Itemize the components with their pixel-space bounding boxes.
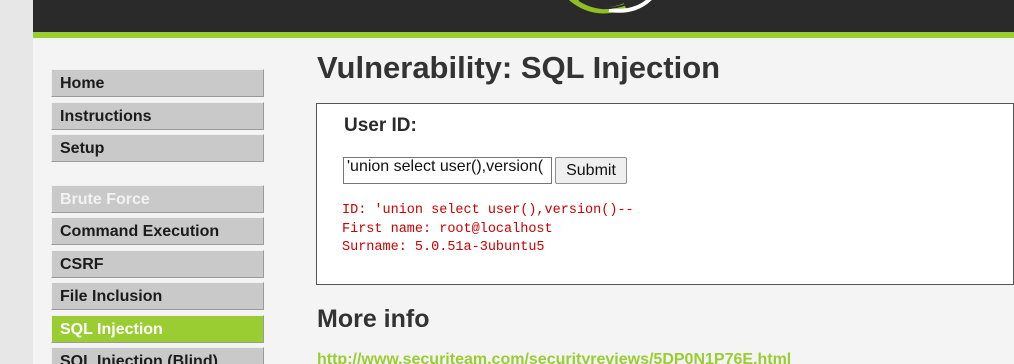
menu-item-csrf[interactable]: CSRF — [51, 249, 264, 278]
menu-item-command-execution[interactable]: Command Execution — [51, 217, 264, 245]
query-result: ID: 'union select user(),version()-- Firs… — [342, 202, 634, 258]
menu-gap — [51, 167, 264, 185]
more-info-heading: More info — [317, 305, 430, 333]
page-title: Vulnerability: SQL Injection — [317, 50, 721, 85]
menu-item-home[interactable]: Home — [51, 69, 264, 97]
menu-item-instructions[interactable]: Instructions — [51, 101, 264, 130]
vulnerable-code-area: User ID: 'union select user(),version( S… — [316, 103, 1014, 285]
result-id-line: ID: 'union select user(),version()-- — [342, 203, 634, 218]
result-surname-line: Surname: 5.0.51a-3ubuntu5 — [342, 240, 545, 255]
page-frame: Home Instructions Setup Brute Force Comm… — [33, 0, 1014, 364]
menu-item-sql-injection[interactable]: SQL Injection — [51, 314, 264, 343]
menu-item-file-inclusion[interactable]: File Inclusion — [51, 282, 264, 310]
menu-item-sql-injection-blind[interactable]: SQL Injection (Blind) — [51, 347, 264, 364]
menu-item-setup[interactable]: Setup — [51, 134, 264, 162]
more-info-link[interactable]: http://www.securiteam.com/securityreview… — [317, 351, 791, 364]
side-menu: Home Instructions Setup Brute Force Comm… — [51, 69, 264, 364]
menu-item-brute-force[interactable]: Brute Force — [51, 184, 264, 213]
user-id-input[interactable]: 'union select user(),version( — [343, 157, 552, 184]
user-id-label: User ID: — [344, 115, 417, 136]
result-first-name-line: First name: root@localhost — [342, 221, 553, 237]
dvwa-logo — [569, 0, 652, 14]
submit-button[interactable]: Submit — [555, 157, 627, 184]
header-bar — [33, 0, 1014, 32]
header-accent-line — [33, 32, 1014, 38]
